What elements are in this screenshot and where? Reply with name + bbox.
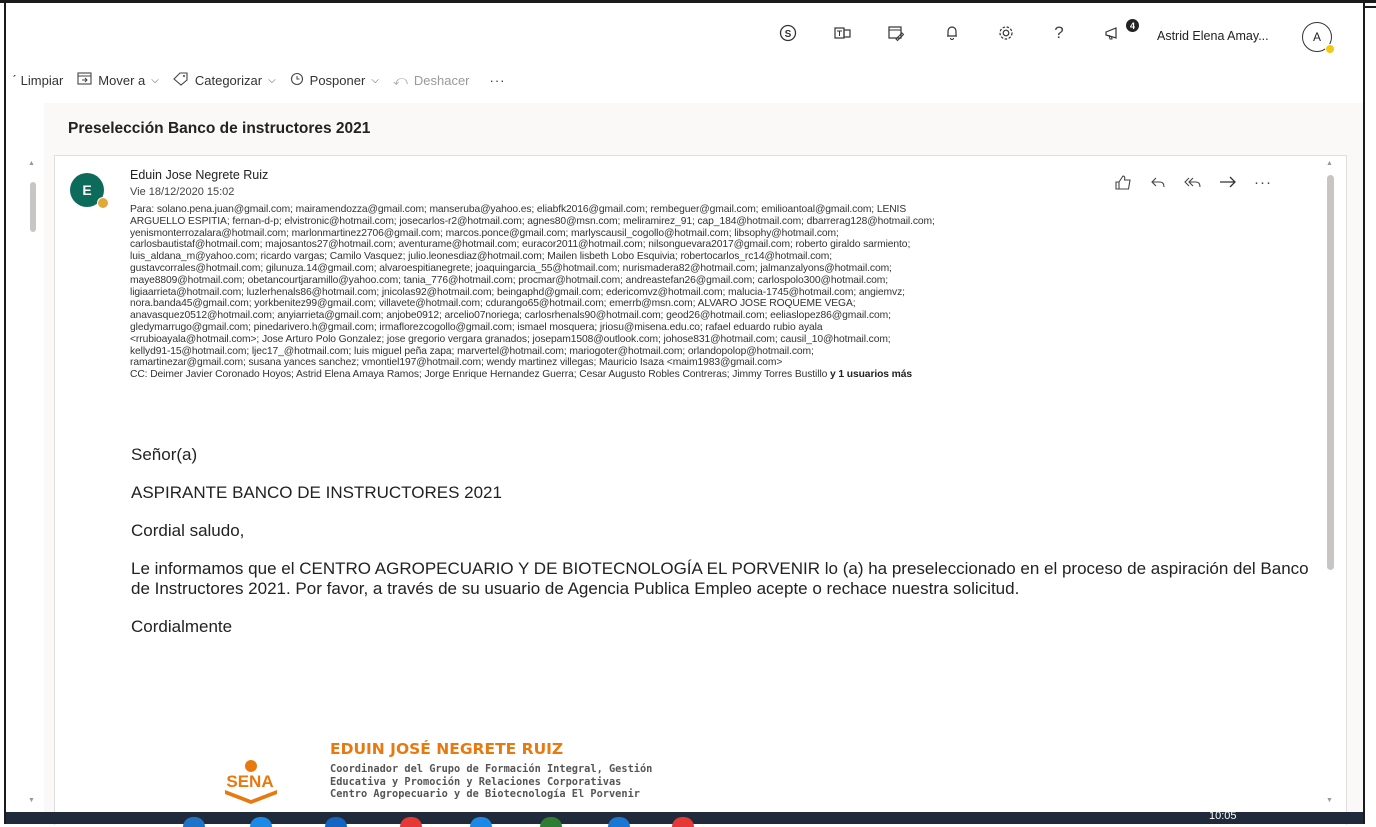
sent-date: Vie 18/12/2020 15:02 xyxy=(130,186,235,198)
to-recipients-line: yenismonterrozalara@hotmail.com; marlonm… xyxy=(130,228,1330,240)
to-recipients-text: anavasquez0512@hotmail.com; anyiarrieta@… xyxy=(130,310,891,322)
svg-text:S: S xyxy=(785,29,792,40)
to-recipients-line: ligiaarrieta@hotmail.com; luzlerhenals86… xyxy=(130,287,1330,299)
chevron-down-icon: ⌵ xyxy=(371,74,379,86)
undo-label: Deshacer xyxy=(413,72,470,88)
signature-line: Coordinador del Grupo de Formación Integ… xyxy=(330,763,653,775)
categorize-button[interactable]: Categorizar ⌵ xyxy=(173,71,276,89)
window-frame-left xyxy=(4,3,6,824)
window-frame-right xyxy=(1363,3,1365,824)
body-greeting: Señor(a) xyxy=(131,445,198,464)
calendar-icon[interactable] xyxy=(886,23,906,43)
to-recipients-line: gustavcorrales@hotmail.com; gilunuza.14@… xyxy=(130,263,1330,275)
to-recipients-line: luis_aldana_m@yahoo.com; ricardo vargas;… xyxy=(130,251,1330,263)
more-commands-button[interactable]: ··· xyxy=(490,73,506,88)
taskbar-clock[interactable]: 10:05 xyxy=(1209,810,1237,822)
scroll-down-icon[interactable]: ▼ xyxy=(1326,797,1333,804)
body-paragraph: Le informamos que el CENTRO AGROPECUARIO… xyxy=(131,559,1309,598)
to-recipients-text: ARGUELLO ESPITIA; fernan-d-p; elvistroni… xyxy=(130,215,935,227)
body-closing: Cordialmente xyxy=(131,617,233,636)
to-recipients-line: maye8809@hotmail.com; obetancourtjaramil… xyxy=(130,275,1330,287)
reply-icon[interactable] xyxy=(1143,172,1173,192)
to-recipients-line: kellyd91-15@hotmail.com; ljec17_@hotmail… xyxy=(130,346,1330,358)
top-bar: S ? 4 Astrid Elena Amay... A xyxy=(6,3,1363,63)
to-recipients-text: carlosbautistaf@hotmail.com; majosantos2… xyxy=(130,239,911,251)
to-recipients-text: ligiaarrieta@hotmail.com; luzlerhenals86… xyxy=(130,286,905,298)
scroll-up-icon[interactable]: ▲ xyxy=(28,160,35,167)
to-recipients-text: <rrubioayala@hotmail.com>; Jose Arturo P… xyxy=(130,333,891,345)
to-recipients-text: gustavcorrales@hotmail.com; gilunuza.14@… xyxy=(130,262,892,274)
presence-dot-icon xyxy=(97,197,109,209)
scroll-up-icon[interactable]: ▲ xyxy=(1326,160,1333,167)
tag-icon xyxy=(173,71,189,89)
sena-logo: SENA xyxy=(205,760,295,806)
to-recipients-line: ARGUELLO ESPITIA; fernan-d-p; elvistroni… xyxy=(130,216,1330,228)
signature-line: Educativa y Promoción y Relaciones Corpo… xyxy=(330,775,622,788)
forward-icon[interactable] xyxy=(1213,172,1243,192)
cc-more-link[interactable]: y 1 usuarios más xyxy=(830,369,912,380)
to-recipients-text: luis_aldana_m@yahoo.com; ricardo vargas;… xyxy=(130,251,833,263)
command-bar: ˊ Limpiar Mover a ⌵ Categorizar ⌵ Pospon… xyxy=(6,63,1363,97)
cc-recipients[interactable]: CC: Deimer Javier Coronado Hoyos; Astrid… xyxy=(130,369,1330,381)
to-recipients-text: maye8809@hotmail.com; obetancourtjaramil… xyxy=(130,274,888,286)
to-recipients-line: anavasquez0512@hotmail.com; anyiarrieta@… xyxy=(130,310,1330,322)
signature-line: Centro Agropecuario y de Biotecnología E… xyxy=(330,788,640,800)
notification-badge: 4 xyxy=(1126,19,1139,32)
message-scrollbar[interactable] xyxy=(1327,175,1334,570)
bell-icon[interactable] xyxy=(942,23,962,43)
clock-icon xyxy=(290,72,304,89)
to-recipients-text: nora.banda45@gmail.com; yorkbenitez99@gm… xyxy=(130,298,856,310)
move-to-button[interactable]: Mover a ⌵ xyxy=(77,72,159,88)
to-recipients-text: yenismonterrozalara@hotmail.com; marlonm… xyxy=(130,227,839,239)
megaphone-icon[interactable] xyxy=(1104,23,1124,43)
broom-icon: ˊ xyxy=(12,72,17,88)
body-addressee: ASPIRANTE BANCO DE INSTRUCTORES 2021 xyxy=(131,483,502,502)
user-name[interactable]: Astrid Elena Amay... xyxy=(1157,29,1269,43)
to-recipients-line: Para: solano.pena.juan@gmail.com; mairam… xyxy=(130,204,1330,216)
undo-button[interactable]: ⤺ Deshacer xyxy=(393,72,470,89)
to-recipients-text: solano.pena.juan@gmail.com; mairamendozz… xyxy=(156,204,907,215)
reply-all-icon[interactable] xyxy=(1178,172,1208,192)
help-icon[interactable]: ? xyxy=(1049,23,1069,43)
body-salutation: Cordial saludo, xyxy=(131,521,245,540)
scroll-down-icon[interactable]: ▼ xyxy=(28,797,35,804)
signature-lines: Coordinador del Grupo de Formación Integ… xyxy=(330,763,652,801)
signature-name: EDUIN JOSÉ NEGRETE RUIZ xyxy=(330,740,564,758)
sena-logo-text: SENA xyxy=(226,772,273,791)
to-recipients-line: nora.banda45@gmail.com; yorkbenitez99@gm… xyxy=(130,298,1330,310)
message-body: Señor(a) ASPIRANTE BANCO DE INSTRUCTORES… xyxy=(131,445,1331,655)
like-icon[interactable] xyxy=(1108,172,1138,192)
snooze-label: Posponer xyxy=(309,72,366,88)
to-recipients-line: ramartinezar@gmail.com; susana yances sa… xyxy=(130,357,1330,369)
snooze-button[interactable]: Posponer ⌵ xyxy=(290,72,379,89)
teams-icon[interactable] xyxy=(833,23,853,43)
to-recipients-text: gledymarrugo@gmail.com; pinedarivero.h@g… xyxy=(130,321,823,333)
more-actions-icon[interactable]: ··· xyxy=(1248,172,1278,192)
cc-label: CC: xyxy=(130,369,148,381)
sender-name[interactable]: Eduin Jose Negrete Ruiz xyxy=(130,168,268,182)
cc-list: Deimer Javier Coronado Hoyos; Astrid Ele… xyxy=(150,369,828,381)
gear-icon[interactable] xyxy=(996,23,1016,43)
clear-label: Limpiar xyxy=(20,72,64,88)
chevron-down-icon: ⌵ xyxy=(268,74,276,86)
move-folder-icon xyxy=(77,72,92,88)
move-to-label: Mover a xyxy=(98,72,146,88)
to-label: Para: xyxy=(130,204,157,215)
clear-button[interactable]: ˊ Limpiar xyxy=(12,72,63,88)
conversation-scrollbar[interactable] xyxy=(30,182,36,232)
categorize-label: Categorizar xyxy=(194,72,263,88)
message-actions: ··· xyxy=(1108,172,1283,192)
chevron-down-icon: ⌵ xyxy=(151,74,159,86)
recipients-block: Para: solano.pena.juan@gmail.com; mairam… xyxy=(130,204,1330,381)
to-recipients-text: ramartinezar@gmail.com; susana yances sa… xyxy=(130,357,783,369)
skype-icon[interactable]: S xyxy=(778,23,798,43)
to-recipients-line: carlosbautistaf@hotmail.com; majosantos2… xyxy=(130,239,1330,251)
message-subject: Preselección Banco de instructores 2021 xyxy=(68,120,371,137)
undo-icon: ⤺ xyxy=(392,71,408,88)
to-recipients-line: <rrubioayala@hotmail.com>; Jose Arturo P… xyxy=(130,334,1330,346)
to-recipients-text: kellyd91-15@hotmail.com; ljec17_@hotmail… xyxy=(130,345,814,357)
to-recipients[interactable]: Para: solano.pena.juan@gmail.com; mairam… xyxy=(130,204,1330,369)
presence-dot-icon xyxy=(1325,44,1335,54)
to-recipients-line: gledymarrugo@gmail.com; pinedarivero.h@g… xyxy=(130,322,1330,334)
